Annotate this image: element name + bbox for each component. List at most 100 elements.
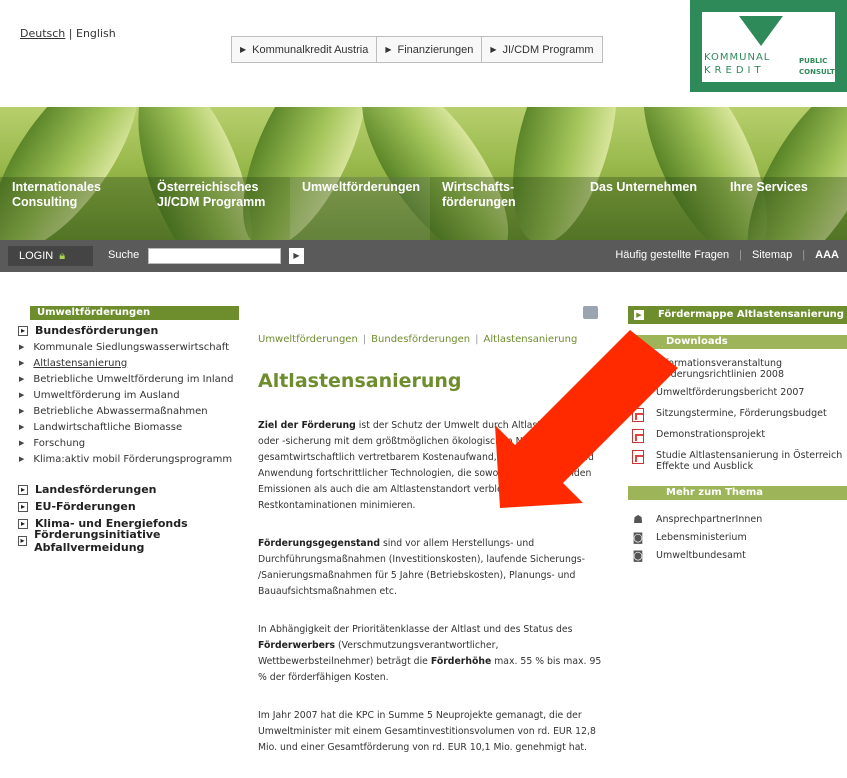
lang-deutsch-link[interactable]: Deutsch [20, 27, 65, 40]
leftnav-sub-item[interactable]: ▶ Landwirtschaftliche Biomasse [18, 419, 248, 435]
logo-public: PUBLIC [799, 57, 828, 65]
print-icon[interactable] [583, 306, 598, 319]
lock-icon: 🔒︎ [59, 249, 66, 262]
paragraph-bold: Förderwerbers [258, 640, 336, 651]
leftnav-bundesfoerderungen[interactable]: ▸ Bundesförderungen [18, 322, 248, 339]
mainnav-umweltfoerderungen[interactable]: Umweltförderungen [290, 177, 430, 240]
login-button[interactable]: LOGIN 🔒︎ [8, 246, 93, 266]
download-item[interactable]: Sitzungstermine, Förderungsbudget [632, 408, 847, 422]
globe-icon: ◙ [632, 549, 644, 562]
separator: | [739, 249, 742, 261]
leftnav-sub-item[interactable]: ▶ Kommunale Siedlungswasserwirtschaft [18, 339, 248, 355]
faq-link[interactable]: Häufig gestellte Fragen [615, 249, 729, 261]
mainnav-line1: Umweltförderungen [302, 180, 421, 194]
text-size-link[interactable]: AAA [815, 249, 839, 261]
logo-text-kommunal: KOMMUNAL [704, 52, 771, 63]
download-item[interactable]: Umweltförderungsbericht 2007 [632, 387, 847, 401]
mainnav-ihre-services[interactable]: Ihre Services [718, 177, 847, 240]
search-submit-button[interactable]: ▶ [289, 248, 304, 264]
triangle-right-icon: ▶ [19, 391, 25, 399]
related-label: Lebensministerium [656, 532, 747, 543]
downloads-list: Informationsveranstaltung Förderungsrich… [632, 358, 847, 479]
pdf-icon [632, 358, 644, 372]
leftnav-sub-label: Kommunale Siedlungswasserwirtschaft [33, 341, 230, 353]
leftnav-label: Landesförderungen [35, 483, 157, 496]
leftnav-sub-item[interactable]: ▶ Umweltförderung im Ausland [18, 387, 248, 403]
related-label: AnsprechpartnerInnen [656, 514, 763, 525]
paragraph-text: Im Jahr 2007 hat die KPC in Summe 5 Neup… [258, 710, 596, 753]
leftnav-sub-item-active[interactable]: ▶ Altlastensanierung [18, 355, 248, 371]
mainnav-wirtschaftsfoerderungen[interactable]: Wirtschafts-förderungen [430, 177, 578, 240]
separator: | [802, 249, 806, 261]
leftnav-landesfoerderungen[interactable]: ▸ Landesförderungen [18, 481, 248, 498]
mainnav-ji-cdm-programm[interactable]: Österreichisches JI/CDM Programm [145, 177, 290, 240]
triangle-right-icon: ▶ [385, 45, 392, 54]
mehr-zum-thema-list: ☗ AnsprechpartnerInnen ◙ Lebensministerium… [632, 514, 847, 568]
kommunalkredit-logo[interactable]: KOMMUNAL KREDIT PUBLIC CONSULTING [690, 0, 847, 92]
download-label: Demonstrationsprojekt [656, 429, 766, 440]
related-label: Umweltbundesamt [656, 550, 746, 561]
paragraph-text: In Abhängigkeit der Prioritätenklasse de… [258, 624, 573, 635]
mainnav-internationales-consulting[interactable]: Internationales Consulting [0, 177, 145, 240]
language-switcher: Deutsch | English [20, 27, 116, 40]
leftnav-sub-item[interactable]: ▶ Klima:aktiv mobil Förderungsprogramm [18, 451, 248, 467]
triangle-right-icon: ▶ [240, 45, 247, 54]
separator: | [362, 334, 367, 345]
download-label: Studie Altlastensanierung in Österreich … [656, 450, 843, 472]
arrow-box-icon: ▶ [634, 310, 644, 320]
top-navigation: ▶ Kommunalkredit Austria ▶ Finanzierungen … [231, 36, 603, 63]
triangle-right-icon: ▶ [19, 439, 25, 447]
topnav-kommunalkredit[interactable]: ▶ Kommunalkredit Austria [232, 37, 378, 62]
leftnav-eu-foerderungen[interactable]: ▸ EU-Förderungen [18, 498, 248, 515]
lang-separator: | [68, 27, 73, 40]
lang-english-link[interactable]: English [76, 27, 116, 40]
leftnav-sub-label: Klima:aktiv mobil Förderungsprogramm [33, 453, 233, 465]
topnav-finanzierungen[interactable]: ▶ Finanzierungen [377, 37, 483, 62]
logo-text-kredit: KREDIT [704, 65, 765, 76]
sitemap-link[interactable]: Sitemap [752, 249, 792, 261]
topnav-ji-cdm[interactable]: ▶ JI/CDM Programm [482, 37, 601, 62]
related-link[interactable]: ☗ AnsprechpartnerInnen [632, 514, 847, 525]
topnav-label: Kommunalkredit Austria [252, 43, 369, 56]
mainnav-line1: Internationales [12, 180, 101, 194]
mehr-zum-thema-header: Mehr zum Thema [628, 486, 847, 500]
topnav-label: Finanzierungen [397, 43, 474, 56]
mainnav-line2: Consulting [12, 195, 78, 209]
paragraph-gegenstand: Förderungsgegenstand sind vor allem Hers… [258, 536, 608, 600]
download-item[interactable]: Demonstrationsprojekt [632, 429, 847, 443]
expand-box-icon: ▸ [18, 501, 28, 512]
breadcrumb-item[interactable]: Bundesförderungen [371, 334, 470, 345]
breadcrumb-item[interactable]: Umweltförderungen [258, 334, 358, 345]
expand-box-icon: ▸ [18, 325, 28, 336]
foerdermappe-link[interactable]: ▶ Fördermappe Altlastensanierung [628, 306, 847, 324]
search-input[interactable] [148, 248, 281, 264]
utility-bar: LOGIN 🔒︎ Suche ▶ Häufig gestellte Fragen… [0, 240, 847, 272]
paragraph-text: ist der Schutz der Umwelt durch Altlaste… [258, 420, 599, 511]
download-item[interactable]: Informationsveranstaltung Förderungsrich… [632, 358, 847, 380]
leftnav-sub-label: Forschung [33, 437, 86, 449]
related-link[interactable]: ◙ Lebensministerium [632, 532, 847, 543]
leftnav-abfallvermeidung[interactable]: ▸ Förderungsinitiative Abfallvermeidung [18, 528, 248, 554]
triangle-right-icon: ▶ [19, 375, 25, 383]
mainnav-line1: Das Unternehmen [590, 180, 697, 194]
leftnav-sub-item[interactable]: ▶ Betriebliche Umweltförderung im Inland [18, 371, 248, 387]
expand-box-icon: ▸ [18, 535, 28, 546]
paragraph-bold: Ziel der Förderung [258, 420, 356, 431]
breadcrumb-item[interactable]: Altlastensanierung [484, 334, 578, 345]
download-label: Umweltförderungsbericht 2007 [656, 387, 805, 398]
pdf-icon [632, 450, 644, 464]
left-navigation: ▸ Bundesförderungen ▶ Kommunale Siedlungsw… [18, 322, 248, 554]
download-item[interactable]: Studie Altlastensanierung in Österreich … [632, 450, 847, 472]
leftnav-sub-label: Landwirtschaftliche Biomasse [33, 421, 183, 433]
related-link[interactable]: ◙ Umweltbundesamt [632, 550, 847, 561]
foerdermappe-label: Fördermappe Altlastensanierung [658, 309, 844, 320]
logo-panel: KOMMUNAL KREDIT PUBLIC CONSULTING [702, 12, 847, 82]
paragraph-foerderhoehe: In Abhängigkeit der Prioritätenklasse de… [258, 622, 608, 686]
leftnav-sub-item[interactable]: ▶ Forschung [18, 435, 248, 451]
globe-icon: ◙ [632, 531, 644, 544]
download-label: Informationsveranstaltung Förderungsrich… [656, 358, 784, 380]
mainnav-das-unternehmen[interactable]: Das Unternehmen [578, 177, 718, 240]
pdf-icon [632, 429, 644, 443]
leftnav-sub-item[interactable]: ▶ Betriebliche Abwassermaßnahmen [18, 403, 248, 419]
separator: | [475, 334, 479, 345]
